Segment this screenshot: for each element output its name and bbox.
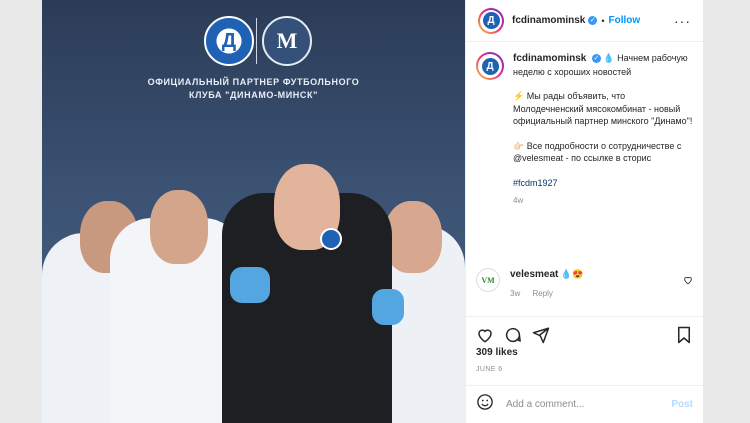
partner-logo: М	[262, 16, 312, 66]
hashtag-link[interactable]: #fcdm1927	[513, 178, 558, 188]
share-icon[interactable]	[532, 326, 550, 344]
post-header: Д fcdinamominsk ✓ • Follow ···	[466, 0, 703, 42]
goalkeeper-figure	[222, 78, 404, 423]
heart-icon[interactable]	[476, 326, 494, 344]
glove-right	[372, 289, 404, 325]
caption-details: 👉🏻 Все подробности о сотрудничестве с @v…	[513, 140, 682, 164]
caption-text: fcdinamominsk ✓ 💧 Начнем рабочую неделю …	[513, 52, 693, 262]
comment-like-heart-icon[interactable]	[683, 275, 693, 288]
shirt-crest-icon	[320, 228, 342, 250]
emoji-icon[interactable]	[476, 393, 494, 416]
dinamo-logo: Д	[204, 16, 254, 66]
post-comment-button[interactable]: Post	[671, 399, 693, 410]
instagram-post: Д М ОФИЦИАЛЬНЫЙ ПАРТНЕР ФУТБОЛЬНОГО КЛУБ…	[42, 0, 703, 423]
avatar[interactable]: VM	[476, 268, 500, 292]
follow-button[interactable]: Follow	[609, 15, 641, 26]
glove-left	[230, 267, 270, 303]
more-options-icon[interactable]: ···	[674, 13, 691, 29]
add-comment-bar: Post	[466, 385, 703, 423]
comment-age: 3w	[510, 289, 521, 298]
comment-text: 💧😍	[560, 269, 584, 279]
comment-input[interactable]	[506, 399, 672, 410]
avatar[interactable]: Д	[476, 52, 504, 80]
caption-announcement: ⚡ Мы рады объявить, что Молодечненский м…	[513, 91, 693, 126]
logo-divider	[256, 18, 257, 64]
comment-item: VM velesmeat 💧😍 3w Reply	[476, 268, 693, 300]
verified-badge-icon: ✓	[588, 16, 598, 25]
comment-icon[interactable]	[504, 326, 522, 344]
header-username[interactable]: fcdinamominsk	[512, 15, 585, 26]
likes-count[interactable]: 309 likes	[476, 347, 518, 358]
caption: Д fcdinamominsk ✓ 💧 Начнем рабочую недел…	[476, 52, 697, 262]
post-sidebar: Д fcdinamominsk ✓ • Follow ··· Д fcdinam…	[465, 0, 703, 423]
post-date: JUNE 6	[476, 366, 503, 373]
caption-age: 4w	[513, 196, 524, 205]
bookmark-icon[interactable]	[675, 326, 693, 344]
verified-badge-icon: ✓	[591, 54, 601, 64]
comment-username[interactable]: velesmeat	[510, 269, 558, 280]
post-image: Д М ОФИЦИАЛЬНЫЙ ПАРТНЕР ФУТБОЛЬНОГО КЛУБ…	[42, 0, 465, 423]
reply-button[interactable]: Reply	[532, 289, 552, 298]
avatar[interactable]: Д	[478, 7, 504, 34]
caption-username[interactable]: fcdinamominsk	[513, 53, 586, 64]
header-separator: •	[601, 15, 605, 26]
